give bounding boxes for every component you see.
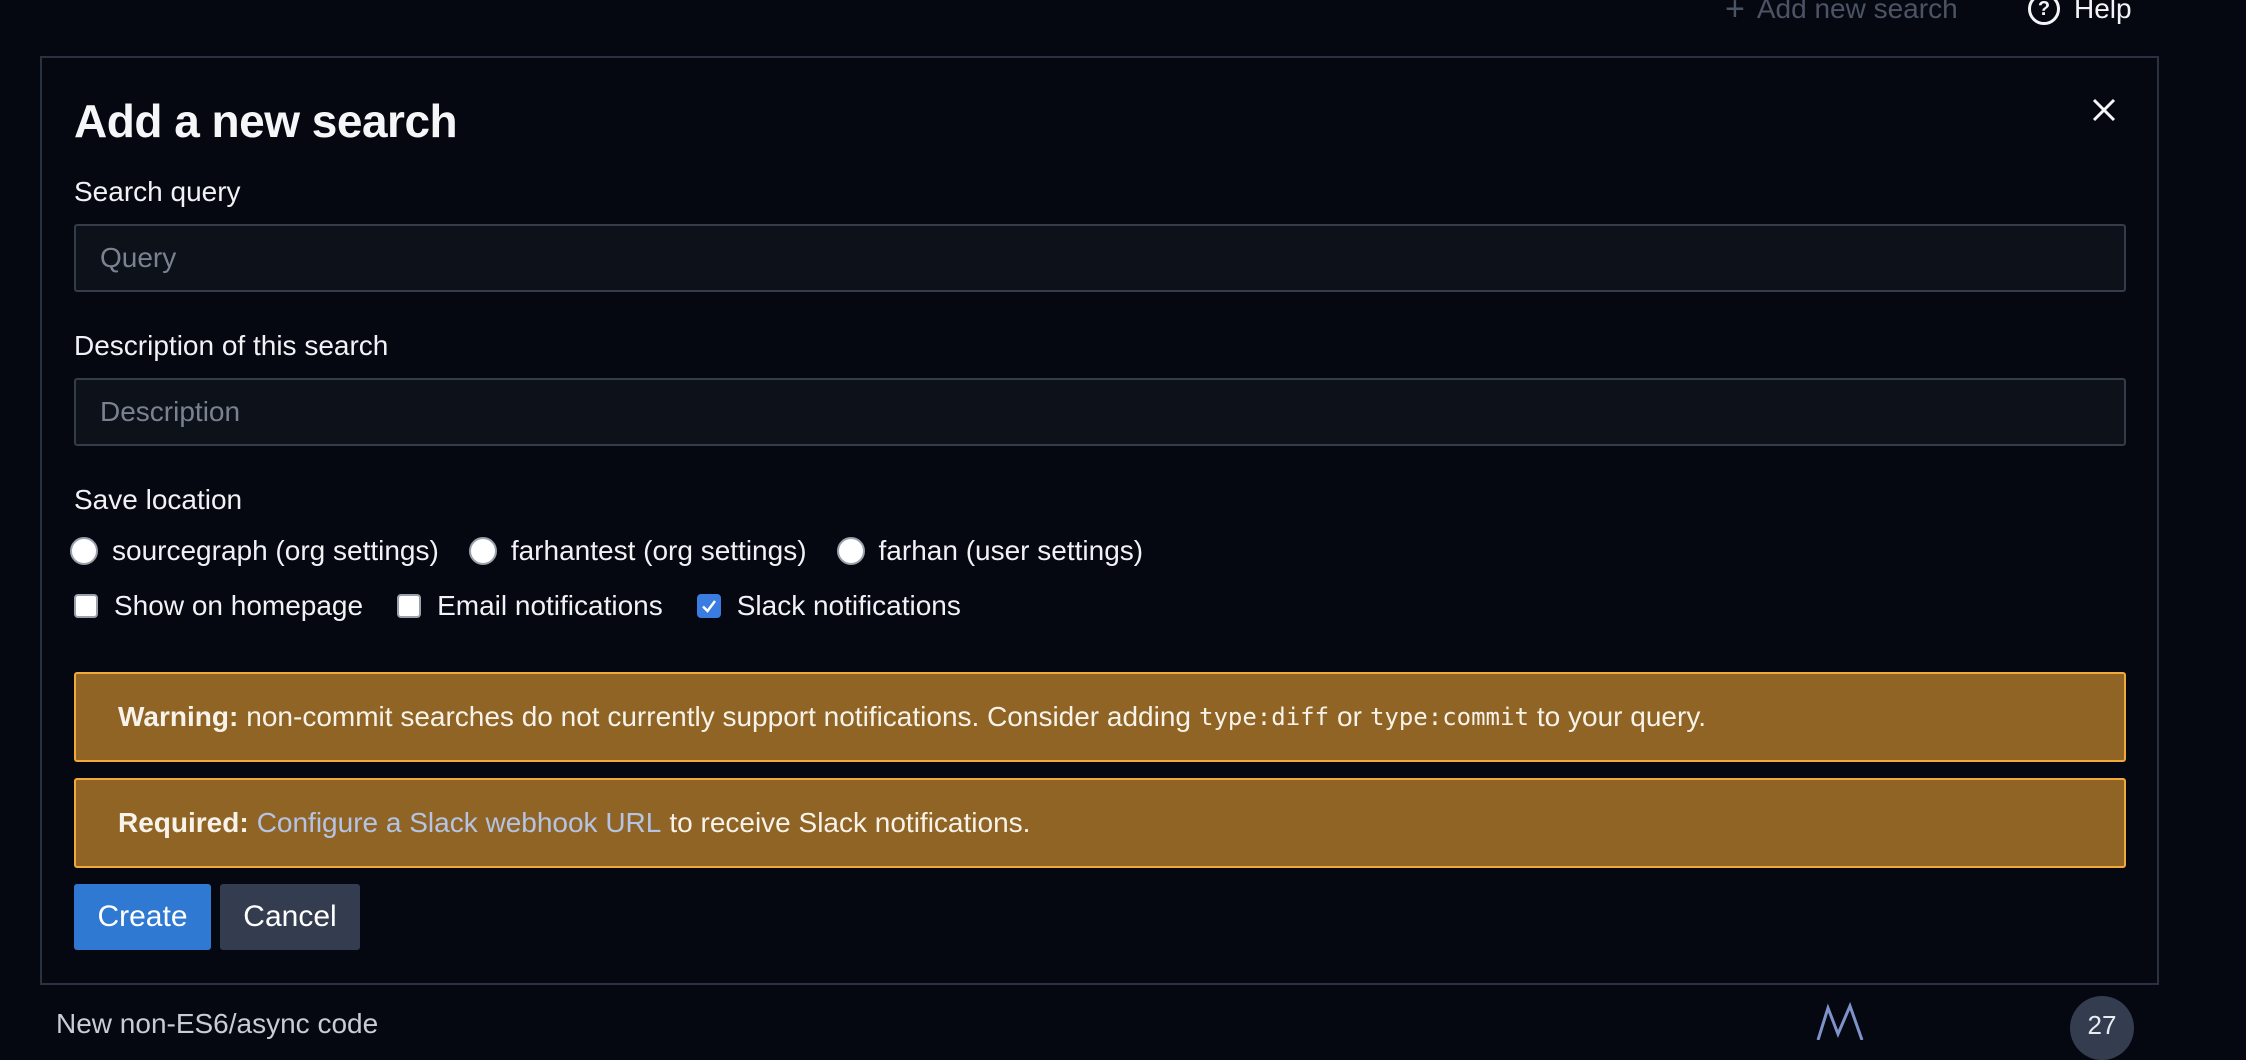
saved-search-row-title[interactable]: New non-ES6/async code [56,1008,378,1040]
radio-label: sourcegraph (org settings) [112,535,439,566]
help-label: Help [2074,0,2132,24]
close-button[interactable] [2082,88,2126,132]
radio-option-farhantest[interactable]: farhantest (org settings) [468,535,807,567]
plus-icon: + [1725,0,1745,28]
radio-option-sourcegraph[interactable]: sourcegraph (org settings) [70,535,439,567]
radio-button[interactable] [836,537,865,565]
description-label: Description of this search [74,330,389,361]
checkbox-label: Slack notifications [736,590,961,621]
radio-button[interactable] [468,537,497,565]
radio-option-farhan[interactable]: farhan (user settings) [836,535,1144,567]
save-location-radio-group: sourcegraph (org settings) farhantest (o… [70,535,1173,567]
required-prefix: Required: [118,807,249,838]
top-bar: + Add new search ? Help [0,0,2246,40]
radio-label: farhantest (org settings) [510,535,807,566]
warning-prefix: Warning: [118,701,239,732]
search-query-label: Search query [74,176,241,207]
save-location-label: Save location [74,484,243,515]
help-icon: ? [2028,0,2060,25]
help-link[interactable]: ? Help [2028,0,2132,27]
configure-slack-webhook-link[interactable]: Configure a Slack webhook URL [257,807,662,839]
warning-text: non-commit searches do not currently sup… [246,701,1191,732]
add-new-search-link[interactable]: + Add new search [1725,0,1958,27]
sparkline-chart [1816,1001,1864,1040]
show-on-homepage-option[interactable]: Show on homepage [70,590,363,622]
cancel-button[interactable]: Cancel [220,884,360,950]
close-icon [2092,98,2116,122]
code-type-diff: type:diff [1199,703,1330,731]
show-on-homepage-checkbox[interactable] [74,594,98,618]
radio-label: farhan (user settings) [878,535,1144,566]
email-notifications-checkbox[interactable] [397,594,422,618]
modal-title: Add a new search [74,95,458,147]
code-type-commit: type:commit [1369,703,1529,731]
create-button[interactable]: Create [74,884,211,950]
required-alert: Required: Configure a Slack webhook URL … [74,778,2126,868]
radio-button[interactable] [70,537,98,565]
checkbox-label: Show on homepage [114,590,364,621]
warning-text-end: to your query. [1536,701,1707,732]
slack-notifications-option[interactable]: Slack notifications [693,590,961,622]
warning-or: or [1337,701,1362,732]
count-badge: 27 [2070,996,2134,1060]
checkmark-icon [701,600,716,613]
add-new-search-label: Add new search [1756,0,1958,24]
checkbox-label: Email notifications [437,590,663,621]
warning-alert: Warning: non-commit searches do not curr… [74,672,2126,762]
notification-options: Show on homepage Email notifications Sla… [70,590,991,622]
required-text: to receive Slack notifications. [669,807,1031,838]
email-notifications-option[interactable]: Email notifications [393,590,663,622]
slack-notifications-checkbox[interactable] [696,594,721,618]
search-query-input[interactable] [74,224,2126,292]
description-input[interactable] [74,378,2126,446]
